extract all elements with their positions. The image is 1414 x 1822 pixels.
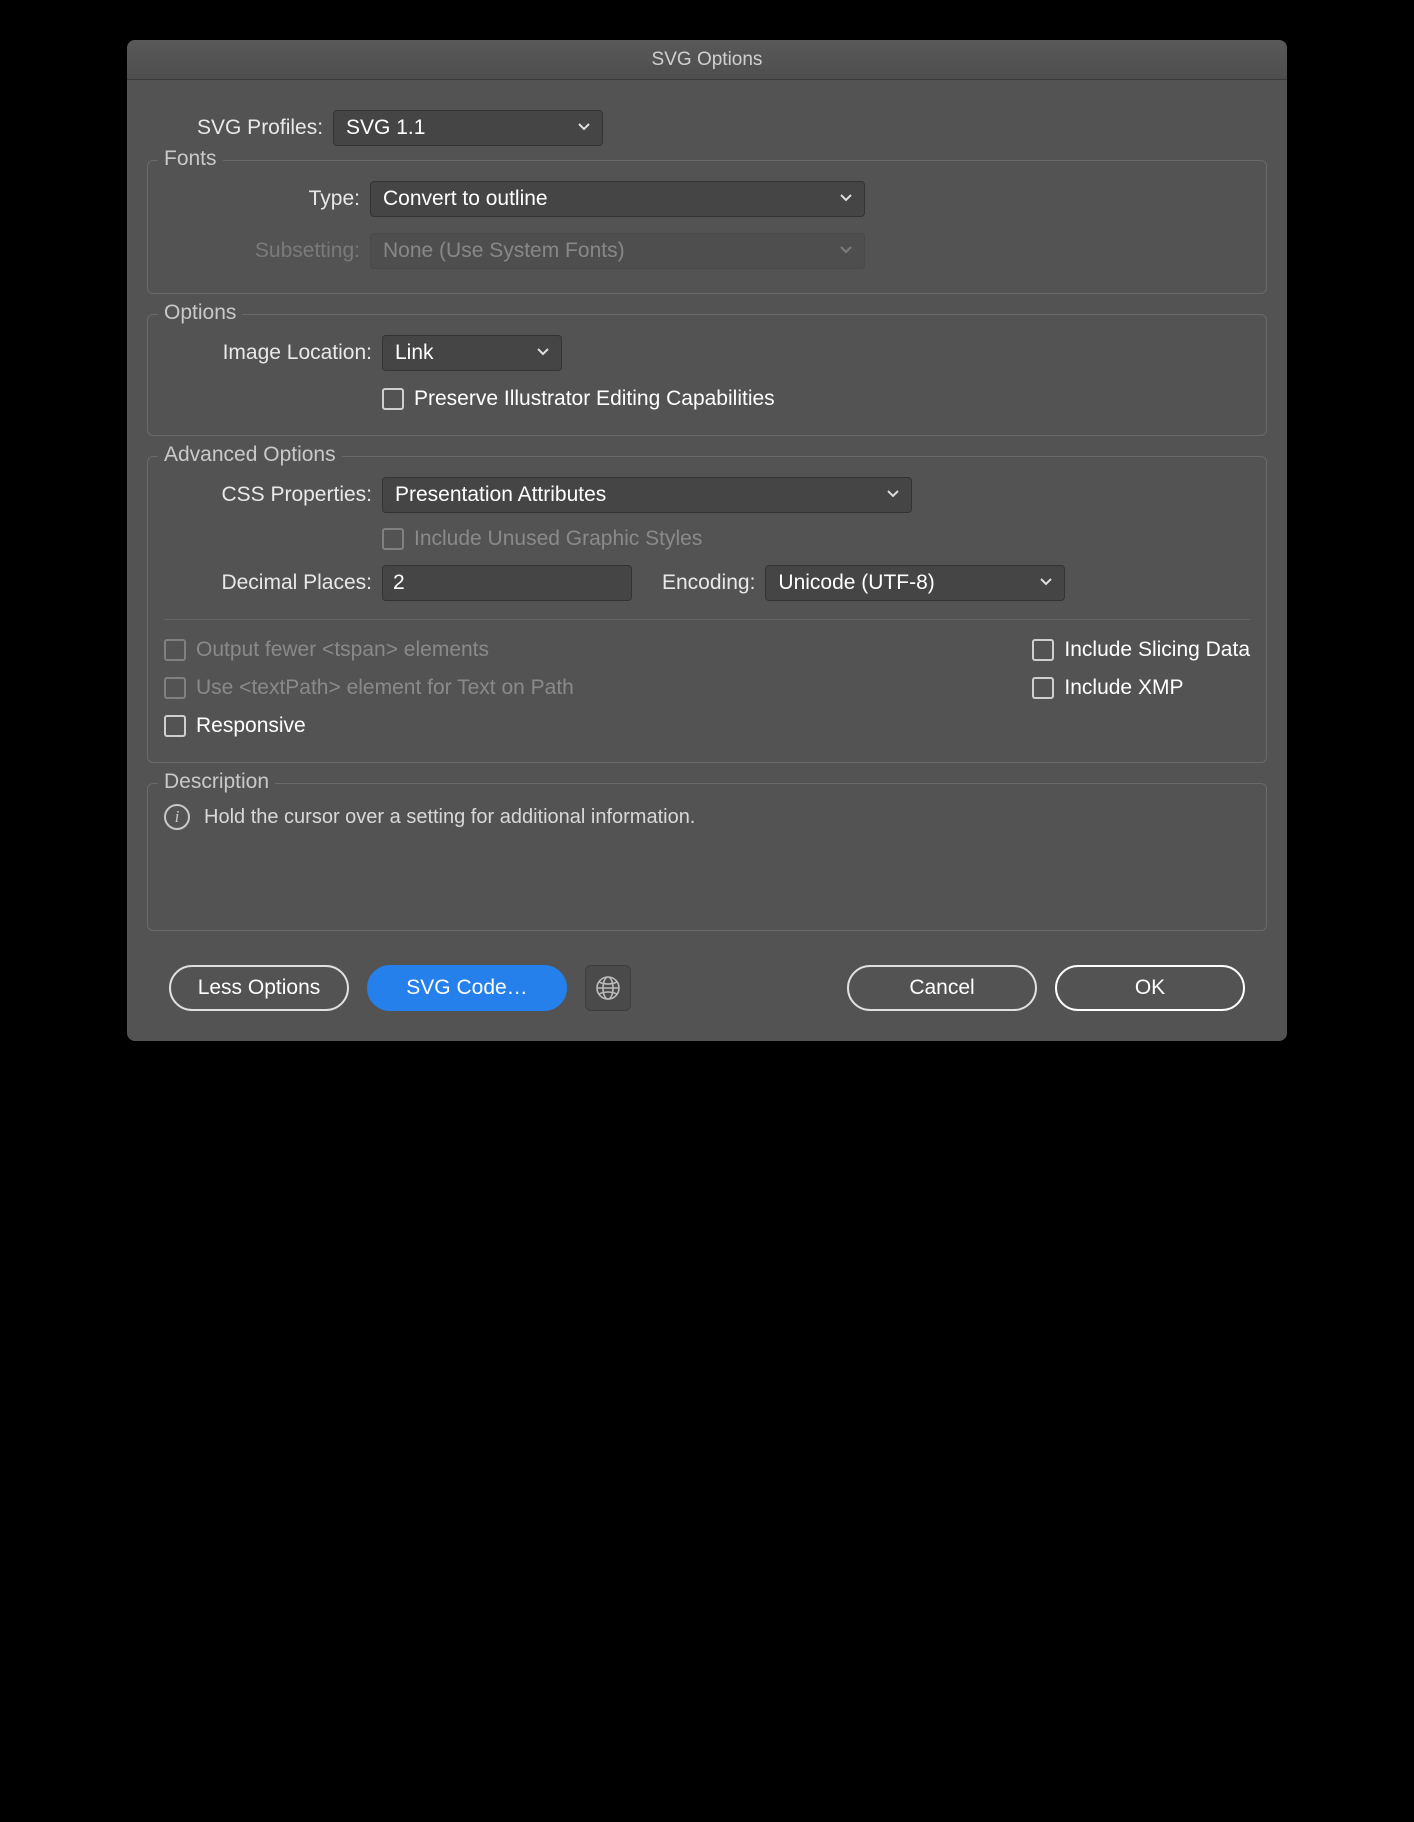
advanced-legend: Advanced Options — [158, 443, 342, 467]
less-options-button[interactable]: Less Options — [169, 965, 349, 1011]
cancel-button[interactable]: Cancel — [847, 965, 1037, 1011]
css-properties-dropdown[interactable]: Presentation Attributes — [382, 477, 912, 513]
options-fieldset: Options Image Location: Link Preserve Il… — [147, 314, 1267, 436]
include-unused-checkbox — [382, 528, 404, 550]
options-legend: Options — [158, 301, 242, 325]
responsive-label: Responsive — [196, 714, 306, 738]
font-type-dropdown[interactable]: Convert to outline — [370, 181, 865, 217]
use-textpath-label: Use <textPath> element for Text on Path — [196, 676, 574, 700]
chevron-down-icon — [838, 187, 854, 211]
svg-options-dialog: SVG Options SVG Profiles: SVG 1.1 Fonts … — [127, 40, 1287, 1041]
responsive-checkbox[interactable] — [164, 715, 186, 737]
preserve-editing-checkbox[interactable] — [382, 388, 404, 410]
description-fieldset: Description i Hold the cursor over a set… — [147, 783, 1267, 931]
svg-code-button[interactable]: SVG Code… — [367, 965, 567, 1011]
include-slicing-checkbox[interactable] — [1032, 639, 1054, 661]
font-subsetting-label: Subsetting: — [200, 239, 360, 263]
include-unused-label: Include Unused Graphic Styles — [414, 527, 702, 551]
font-subsetting-dropdown: None (Use System Fonts) — [370, 233, 865, 269]
include-slicing-label: Include Slicing Data — [1064, 638, 1250, 662]
svg-profiles-dropdown[interactable]: SVG 1.1 — [333, 110, 603, 146]
image-location-label: Image Location: — [164, 341, 372, 365]
include-xmp-label: Include XMP — [1064, 676, 1183, 700]
dialog-title: SVG Options — [652, 49, 763, 71]
include-xmp-row[interactable]: Include XMP — [1032, 676, 1250, 700]
font-subsetting-value: None (Use System Fonts) — [383, 239, 625, 263]
image-location-value: Link — [395, 341, 434, 365]
description-legend: Description — [158, 770, 275, 794]
advanced-options-fieldset: Advanced Options CSS Properties: Present… — [147, 456, 1267, 763]
use-textpath-row: Use <textPath> element for Text on Path — [164, 676, 992, 700]
titlebar: SVG Options — [127, 40, 1287, 80]
decimal-places-label: Decimal Places: — [164, 571, 372, 595]
fonts-legend: Fonts — [158, 147, 223, 171]
chevron-down-icon — [838, 239, 854, 263]
use-textpath-checkbox — [164, 677, 186, 699]
dialog-body: SVG Profiles: SVG 1.1 Fonts Type: Conver… — [127, 80, 1287, 1041]
encoding-label: Encoding: — [662, 571, 755, 595]
decimal-places-input[interactable] — [382, 565, 632, 601]
svg-profiles-value: SVG 1.1 — [346, 116, 425, 140]
chevron-down-icon — [576, 116, 592, 140]
preserve-editing-label: Preserve Illustrator Editing Capabilitie… — [414, 387, 775, 411]
include-xmp-checkbox[interactable] — [1032, 677, 1054, 699]
ok-button[interactable]: OK — [1055, 965, 1245, 1011]
preserve-editing-checkbox-row[interactable]: Preserve Illustrator Editing Capabilitie… — [382, 387, 775, 411]
css-properties-value: Presentation Attributes — [395, 483, 606, 507]
globe-icon — [595, 975, 621, 1001]
image-location-dropdown[interactable]: Link — [382, 335, 562, 371]
dialog-footer: Less Options SVG Code… Cancel OK — [147, 951, 1267, 1011]
font-type-label: Type: — [250, 187, 360, 211]
encoding-dropdown[interactable]: Unicode (UTF-8) — [765, 565, 1065, 601]
font-type-value: Convert to outline — [383, 187, 548, 211]
preview-in-browser-button[interactable] — [585, 965, 631, 1011]
svg-profiles-row: SVG Profiles: SVG 1.1 — [197, 110, 1267, 146]
output-fewer-tspan-label: Output fewer <tspan> elements — [196, 638, 489, 662]
description-text: Hold the cursor over a setting for addit… — [204, 806, 695, 829]
output-fewer-tspan-row: Output fewer <tspan> elements — [164, 638, 992, 662]
encoding-value: Unicode (UTF-8) — [778, 571, 934, 595]
info-icon: i — [164, 804, 190, 830]
output-fewer-tspan-checkbox — [164, 639, 186, 661]
include-slicing-row[interactable]: Include Slicing Data — [1032, 638, 1250, 662]
fonts-fieldset: Fonts Type: Convert to outline Subsettin… — [147, 160, 1267, 294]
svg-profiles-label: SVG Profiles: — [197, 116, 323, 140]
chevron-down-icon — [885, 483, 901, 507]
divider — [164, 619, 1250, 620]
chevron-down-icon — [1038, 571, 1054, 595]
responsive-row[interactable]: Responsive — [164, 714, 992, 738]
css-properties-label: CSS Properties: — [164, 483, 372, 507]
chevron-down-icon — [535, 341, 551, 365]
include-unused-checkbox-row: Include Unused Graphic Styles — [382, 527, 1250, 551]
